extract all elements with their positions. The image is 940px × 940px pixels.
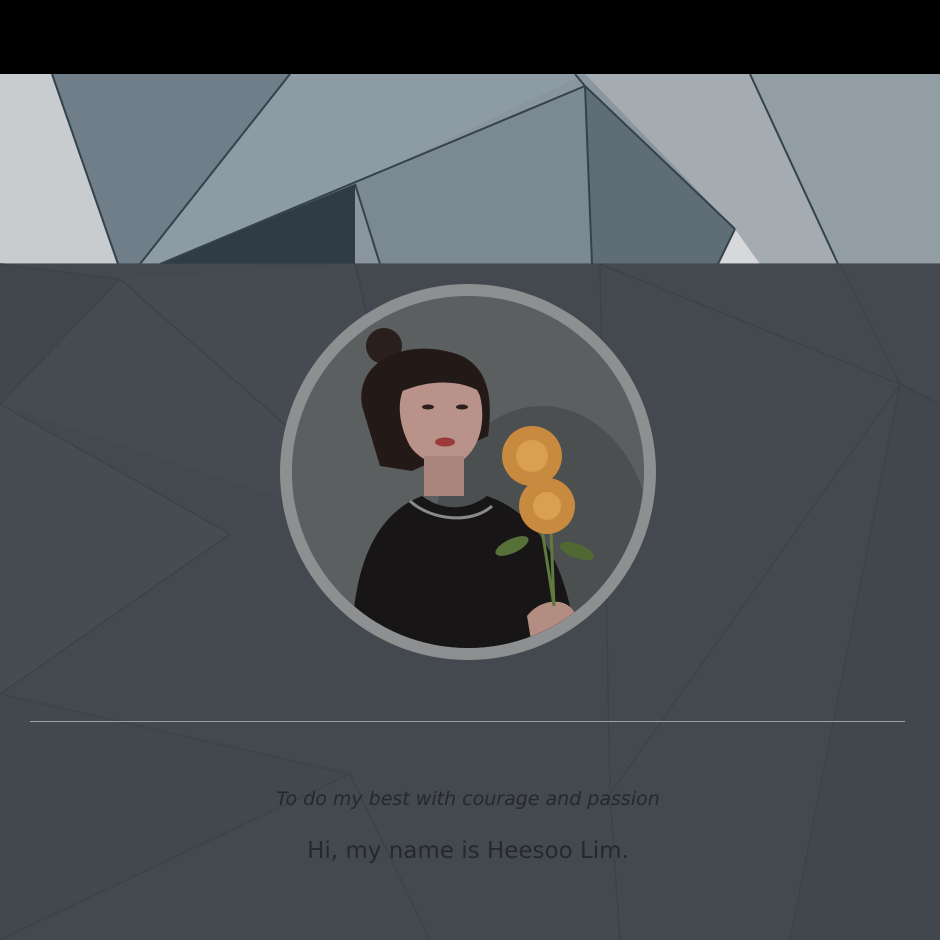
- page: To do my best with courage and passion H…: [0, 0, 940, 940]
- profile-photo-icon: [292, 296, 644, 648]
- avatar: [292, 296, 644, 648]
- divider: [30, 721, 905, 722]
- intro-text: Hi, my name is Heesoo Lim.: [307, 838, 629, 864]
- top-bar: [0, 0, 940, 74]
- tagline: To do my best with courage and passion: [276, 788, 660, 810]
